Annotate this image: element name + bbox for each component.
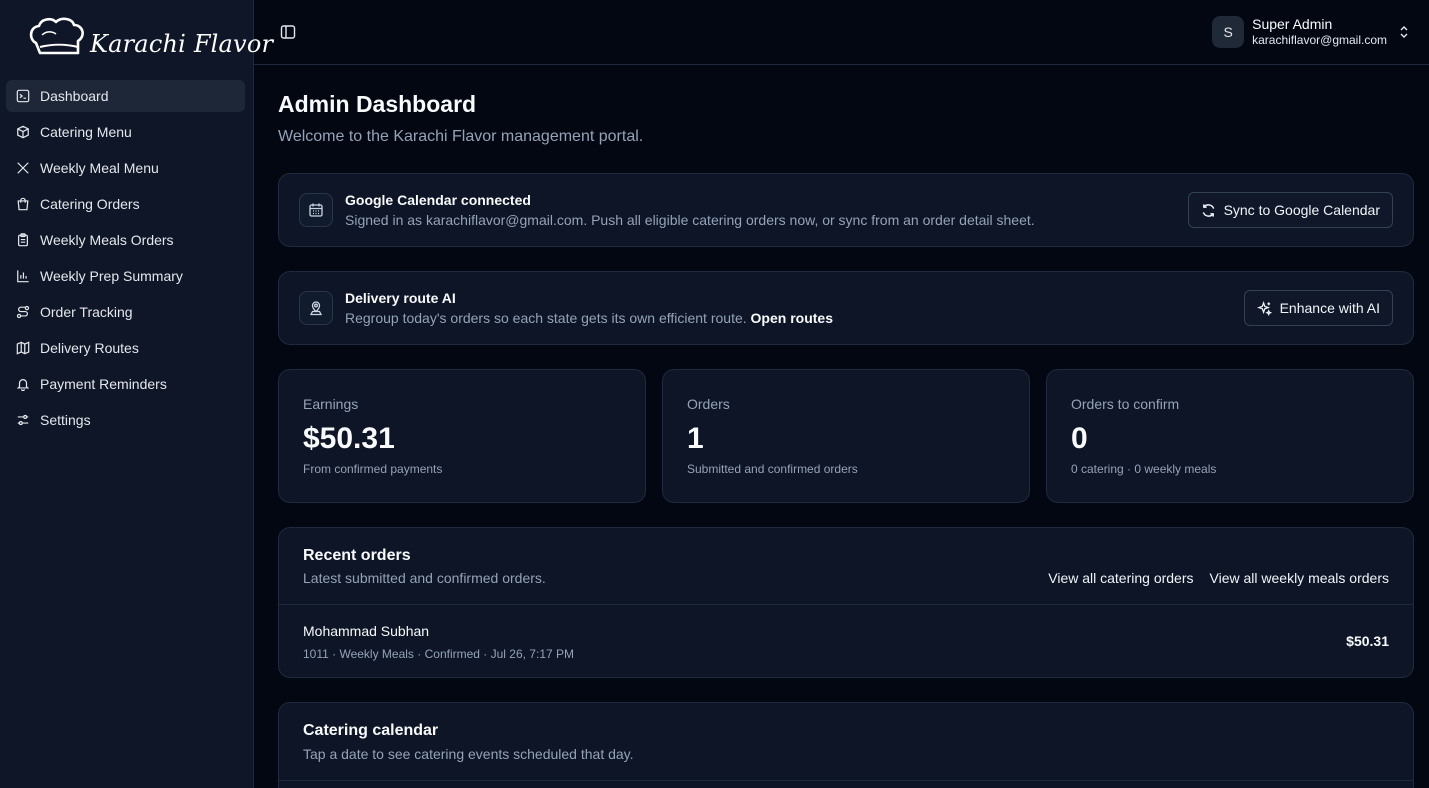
sidebar-item-label: Weekly Meal Menu bbox=[40, 160, 159, 176]
button-label: Sync to Google Calendar bbox=[1223, 202, 1380, 218]
banner-title: Google Calendar connected bbox=[345, 192, 531, 208]
banner-description: Regroup today's orders so each state get… bbox=[345, 310, 833, 326]
sidebar-item-label: Dashboard bbox=[40, 88, 109, 104]
section-subtitle: Latest submitted and confirmed orders. bbox=[303, 570, 546, 586]
sidebar-item-label: Settings bbox=[40, 412, 91, 428]
stat-value: 0 bbox=[1071, 422, 1088, 455]
google-calendar-banner: Google Calendar connected Signed in as k… bbox=[278, 173, 1414, 247]
sidebar-toggle-button[interactable] bbox=[278, 22, 298, 42]
chevrons-up-down-icon bbox=[1397, 25, 1411, 39]
sidebar-item-order-tracking[interactable]: Order Tracking bbox=[6, 296, 245, 328]
user-info: Super Admin karachiflavor@gmail.com bbox=[1252, 16, 1387, 48]
sidebar-item-label: Order Tracking bbox=[40, 304, 133, 320]
sidebar-item-payment-reminders[interactable]: Payment Reminders bbox=[6, 368, 245, 400]
route-icon bbox=[16, 305, 30, 319]
divider bbox=[279, 780, 1413, 781]
bar-chart-icon bbox=[16, 269, 30, 283]
panel-left-icon bbox=[280, 25, 296, 39]
button-label: Enhance with AI bbox=[1279, 300, 1380, 316]
brand-name: Karachi Flavor bbox=[90, 30, 274, 58]
clipboard-icon bbox=[16, 233, 30, 247]
stat-card-earnings: Earnings $50.31 From confirmed payments bbox=[278, 369, 646, 503]
view-all-weekly-meals-orders-link[interactable]: View all weekly meals orders bbox=[1210, 570, 1389, 586]
stat-label: Orders to confirm bbox=[1071, 396, 1180, 412]
brand-logo[interactable]: Karachi Flavor bbox=[28, 14, 273, 64]
avatar: S bbox=[1212, 16, 1245, 48]
banner-description-text: Regroup today's orders so each state get… bbox=[345, 310, 747, 326]
sidebar: Karachi Flavor Dashboard Catering Menu W… bbox=[0, 0, 273, 788]
sidebar-item-settings[interactable]: Settings bbox=[6, 404, 245, 436]
sidebar-item-label: Payment Reminders bbox=[40, 376, 167, 392]
sidebar-item-dashboard[interactable]: Dashboard bbox=[6, 80, 245, 112]
utensils-icon bbox=[16, 161, 30, 175]
sidebar-item-label: Weekly Meals Orders bbox=[40, 232, 174, 248]
order-customer: Mohammad Subhan bbox=[303, 623, 430, 639]
sidebar-item-label: Catering Menu bbox=[40, 124, 132, 140]
banner-title: Delivery route AI bbox=[345, 290, 456, 306]
stat-value: $50.31 bbox=[303, 422, 395, 455]
bell-icon bbox=[16, 377, 30, 391]
user-menu[interactable]: S Super Admin karachiflavor@gmail.com bbox=[1212, 14, 1411, 50]
sidebar-item-label: Catering Orders bbox=[40, 196, 140, 212]
sidebar-item-delivery-routes[interactable]: Delivery Routes bbox=[6, 332, 245, 364]
sync-google-calendar-button[interactable]: Sync to Google Calendar bbox=[1187, 192, 1393, 228]
map-pin-icon bbox=[299, 291, 333, 325]
recent-orders-links: View all catering orders View all weekly… bbox=[1048, 570, 1389, 586]
recent-orders-card: Recent orders Latest submitted and confi… bbox=[278, 527, 1414, 678]
settings-sliders-icon bbox=[16, 413, 30, 427]
open-routes-link[interactable]: Open routes bbox=[751, 310, 833, 326]
stat-value: 1 bbox=[687, 422, 704, 455]
sidebar-item-weekly-prep-summary[interactable]: Weekly Prep Summary bbox=[6, 260, 245, 292]
user-name: Super Admin bbox=[1252, 16, 1333, 32]
sparkles-icon bbox=[1256, 300, 1272, 316]
section-title: Recent orders bbox=[303, 547, 411, 564]
map-icon bbox=[16, 341, 30, 355]
stat-label: Orders bbox=[687, 396, 730, 412]
stat-note: 0 catering · 0 weekly meals bbox=[1071, 462, 1217, 476]
page-subtitle: Welcome to the Karachi Flavor management… bbox=[278, 128, 644, 145]
sidebar-item-catering-menu[interactable]: Catering Menu bbox=[6, 116, 245, 148]
chef-hat-icon bbox=[29, 17, 84, 55]
page-title: Admin Dashboard bbox=[278, 91, 477, 117]
section-title: Catering calendar bbox=[303, 722, 439, 739]
delivery-route-ai-banner: Delivery route AI Regroup today's orders… bbox=[278, 271, 1414, 345]
order-meta: 1011 · Weekly Meals · Confirmed · Jul 26… bbox=[303, 647, 574, 661]
stat-note: Submitted and confirmed orders bbox=[687, 462, 858, 476]
banner-description: Signed in as karachiflavor@gmail.com. Pu… bbox=[345, 212, 1035, 228]
section-subtitle: Tap a date to see catering events schedu… bbox=[303, 746, 634, 762]
sidebar-item-weekly-meal-menu[interactable]: Weekly Meal Menu bbox=[6, 152, 245, 184]
dashboard-icon bbox=[16, 89, 30, 103]
enhance-with-ai-button[interactable]: Enhance with AI bbox=[1243, 290, 1393, 326]
box-icon bbox=[16, 125, 30, 139]
stat-card-orders: Orders 1 Submitted and confirmed orders bbox=[662, 369, 1030, 503]
stat-card-orders-to-confirm: Orders to confirm 0 0 catering · 0 weekl… bbox=[1046, 369, 1414, 503]
order-row[interactable]: Mohammad Subhan 1011 · Weekly Meals · Co… bbox=[279, 605, 1413, 677]
sidebar-item-label: Weekly Prep Summary bbox=[40, 268, 183, 284]
sidebar-nav: Dashboard Catering Menu Weekly Meal Menu… bbox=[6, 80, 245, 440]
calendar-icon bbox=[299, 193, 333, 227]
order-amount: $50.31 bbox=[1346, 633, 1389, 649]
user-email: karachiflavor@gmail.com bbox=[1252, 33, 1387, 47]
view-all-catering-orders-link[interactable]: View all catering orders bbox=[1048, 570, 1193, 586]
sidebar-item-catering-orders[interactable]: Catering Orders bbox=[6, 188, 245, 220]
top-bar: S Super Admin karachiflavor@gmail.com bbox=[254, 0, 1429, 65]
sidebar-item-weekly-meals-orders[interactable]: Weekly Meals Orders bbox=[6, 224, 245, 256]
sidebar-item-label: Delivery Routes bbox=[40, 340, 139, 356]
main-area: S Super Admin karachiflavor@gmail.com Ad… bbox=[254, 0, 1429, 788]
shopping-bag-icon bbox=[16, 197, 30, 211]
refresh-icon bbox=[1202, 203, 1214, 217]
stat-note: From confirmed payments bbox=[303, 462, 443, 476]
stat-label: Earnings bbox=[303, 396, 359, 412]
catering-calendar-card: Catering calendar Tap a date to see cate… bbox=[278, 702, 1414, 788]
